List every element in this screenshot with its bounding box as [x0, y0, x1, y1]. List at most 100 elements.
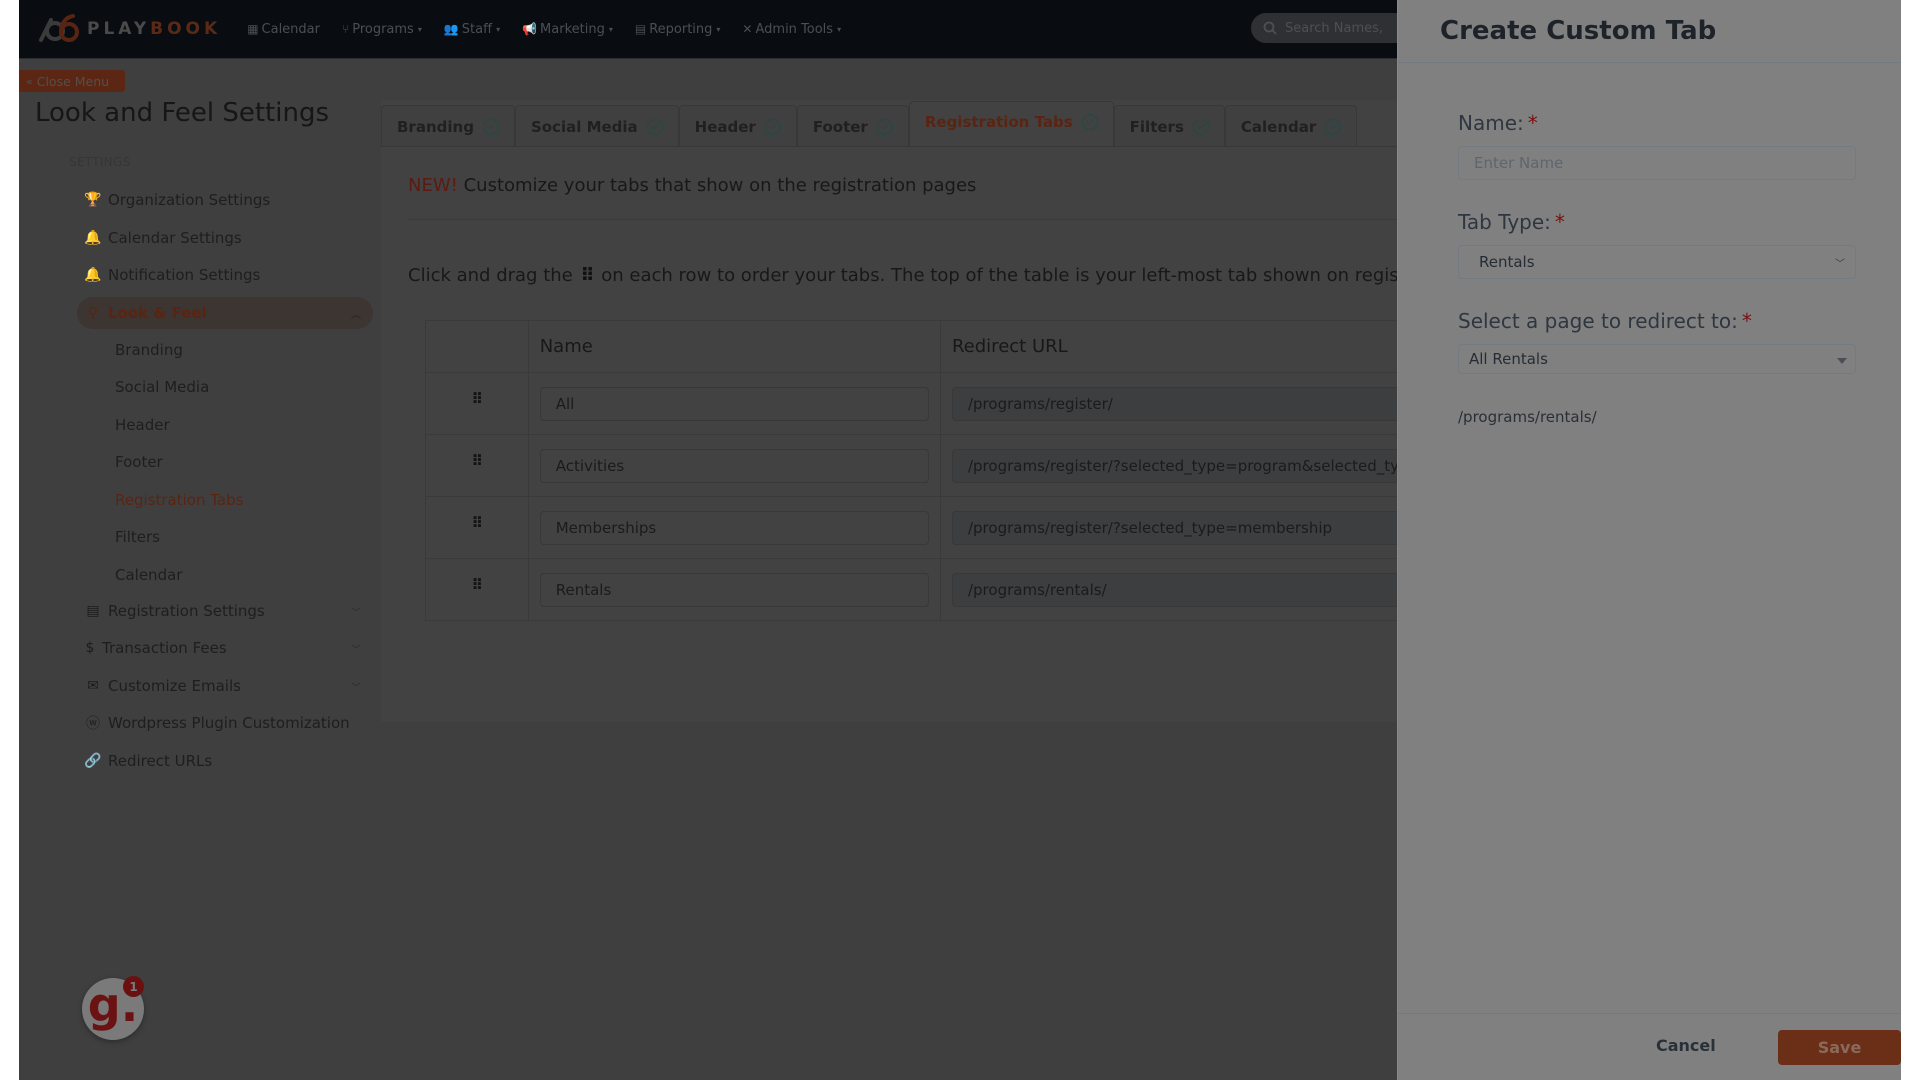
tab-filters[interactable]: Filters [1113, 105, 1225, 147]
tab-label: Registration Tabs [924, 112, 1073, 131]
redirect-page-select[interactable]: All Rentals [1458, 344, 1856, 374]
check-circle-icon [1081, 113, 1098, 130]
redirect-url-input[interactable]: /programs/register/ [951, 386, 1400, 421]
redirect-url-input[interactable]: /programs/register/?selected_type=progra… [951, 448, 1400, 483]
sidebar-item-wordpress-plugin[interactable]: ⓦ Wordpress Plugin Customization [83, 707, 373, 739]
name-cell: All [527, 372, 941, 435]
create-custom-tab-drawer: Create Custom Tab Name: * Enter Name Tab … [1397, 0, 1901, 1080]
sidebar-subitem-footer[interactable]: Footer [115, 453, 163, 471]
chevron-down-icon: ▾ [417, 24, 422, 34]
tab-registration-tabs[interactable]: Registration Tabs [908, 101, 1114, 147]
calendar-icon: ▦ [247, 22, 259, 36]
close-menu-button[interactable]: « Close Menu [19, 70, 125, 92]
tab-label: Header [694, 117, 756, 136]
tab-header[interactable]: Header [678, 105, 797, 147]
drag-cell: ⠿ [425, 372, 529, 435]
tab-label: Branding [397, 117, 474, 136]
sidebar-item-notification-settings[interactable]: 🔔 Notification Settings [83, 259, 373, 291]
tab-name-input[interactable]: Memberships [539, 510, 929, 545]
required-marker: * [1527, 111, 1538, 135]
drag-cell: ⠿ [425, 496, 529, 559]
file-icon: ▤ [634, 22, 647, 36]
nav-marketing[interactable]: 📢 Marketing ▾ [522, 22, 613, 37]
tabs-divider [381, 146, 1401, 147]
name-input[interactable]: Enter Name [1458, 146, 1856, 180]
drag-handle-icon[interactable]: ⠿ [426, 390, 528, 408]
nav-programs[interactable]: ⑂ Programs ▾ [342, 22, 422, 37]
nav-reporting[interactable]: ▤ Reporting ▾ [635, 22, 721, 37]
sidebar-item-customize-emails[interactable]: ✉ Customize Emails ﹀ [83, 670, 373, 702]
sidebar-subitem-calendar[interactable]: Calendar [115, 566, 182, 584]
tab-name-input[interactable]: Activities [539, 448, 929, 483]
sidebar-item-transaction-fees[interactable]: $ Transaction Fees ﹀ [83, 632, 373, 664]
label-text: Name: [1458, 111, 1524, 135]
tab-type-value: Rentals [1479, 253, 1535, 271]
tab-calendar[interactable]: Calendar [1224, 105, 1358, 147]
check-circle-icon [482, 118, 499, 135]
tab-social-media[interactable]: Social Media [514, 105, 679, 147]
tab-type-select[interactable]: Rentals ﹀ [1458, 245, 1856, 279]
new-badge: NEW! [408, 175, 458, 196]
nav-admin-tools[interactable]: ✕ Admin Tools ▾ [742, 22, 841, 37]
balloon-icon: ⚲ [87, 305, 99, 321]
dollar-icon: $ [85, 640, 95, 656]
sidebar-subitem-header[interactable]: Header [115, 416, 170, 434]
cancel-button[interactable]: Cancel [1656, 1036, 1716, 1055]
label-text: Select a page to redirect to: [1458, 309, 1738, 333]
tab-name-input[interactable]: Rentals [539, 572, 929, 607]
table-row: ⠿ Rentals /programs/rentals/ [425, 558, 1402, 621]
sidebar-item-organization-settings[interactable]: 🏆 Organization Settings [83, 184, 373, 216]
drag-instructions: Click and drag the ⠿ on each row to orde… [408, 265, 1487, 286]
save-button[interactable]: Save [1778, 1030, 1901, 1065]
table-header-row: Name Redirect URL [425, 320, 1402, 373]
tab-name-input[interactable]: All [539, 386, 929, 421]
check-circle-icon [764, 118, 781, 135]
nav-label: Programs [352, 21, 414, 37]
chevron-down-icon: ▾ [837, 24, 842, 34]
drag-handle-icon[interactable]: ⠿ [426, 514, 528, 532]
sidebar-item-look-and-feel[interactable]: ⚲ Look & Feel ︿ [77, 297, 373, 329]
sidebar-item-label: Notification Settings [108, 266, 261, 284]
required-marker: * [1554, 210, 1565, 234]
tab-label: Filters [1129, 117, 1184, 136]
redirect-url-input[interactable]: /programs/register/?selected_type=member… [951, 510, 1400, 545]
tools-icon: ✕ [742, 22, 753, 36]
drag-handle-icon[interactable]: ⠿ [426, 452, 528, 470]
redirect-page-value: All Rentals [1469, 350, 1548, 368]
name-label: Name: * [1458, 111, 1538, 135]
instructions-text: on each row to order your tabs. The top … [601, 265, 1487, 286]
check-circle-icon [646, 118, 663, 135]
label-text: Tab Type: [1458, 210, 1551, 234]
chevron-down-icon: ﹀ [1835, 258, 1845, 270]
nav-calendar[interactable]: ▦ Calendar [247, 22, 320, 37]
sidebar-item-label: Calendar Settings [108, 229, 242, 247]
column-header-redirect-url: Redirect URL [939, 320, 1402, 373]
sidebar-item-registration-settings[interactable]: ▤ Registration Settings ﹀ [83, 595, 373, 627]
sidebar-item-label: Look & Feel [108, 304, 207, 322]
tab-label: Footer [812, 117, 868, 136]
sidebar-subitem-registration-tabs[interactable]: Registration Tabs [115, 491, 243, 509]
drawer-header: Create Custom Tab [1398, 0, 1901, 63]
drag-handle-icon[interactable]: ⠿ [426, 576, 528, 594]
nav-staff[interactable]: 👥 Staff ▾ [444, 22, 500, 37]
table-row: ⠿ All /programs/register/ [425, 372, 1402, 435]
notice-divider [408, 219, 1401, 220]
instructions-text: Click and drag the [408, 265, 573, 286]
chevron-down-icon: ▾ [496, 24, 501, 34]
sidebar-subitem-social-media[interactable]: Social Media [115, 378, 209, 396]
redirect-url-input[interactable]: /programs/rentals/ [951, 572, 1400, 607]
tab-footer[interactable]: Footer [796, 105, 909, 147]
sidebar-subitem-branding[interactable]: Branding [115, 341, 183, 359]
close-menu-label: Close Menu [36, 73, 110, 89]
playbook-logo[interactable]: PLAYBOOK [37, 0, 221, 59]
check-circle-icon [1325, 118, 1342, 135]
link-icon: 🔗 [84, 753, 102, 769]
search-icon [1263, 21, 1277, 35]
nav-label: Reporting [649, 21, 713, 37]
sidebar-item-redirect-urls[interactable]: 🔗 Redirect URLs [83, 745, 373, 777]
sidebar-item-calendar-settings[interactable]: 🔔 Calendar Settings [83, 222, 373, 254]
chevron-up-icon: ︿ [351, 309, 361, 321]
tab-branding[interactable]: Branding [381, 105, 515, 147]
sidebar-subitem-filters[interactable]: Filters [115, 528, 160, 546]
name-cell: Activities [527, 434, 941, 497]
